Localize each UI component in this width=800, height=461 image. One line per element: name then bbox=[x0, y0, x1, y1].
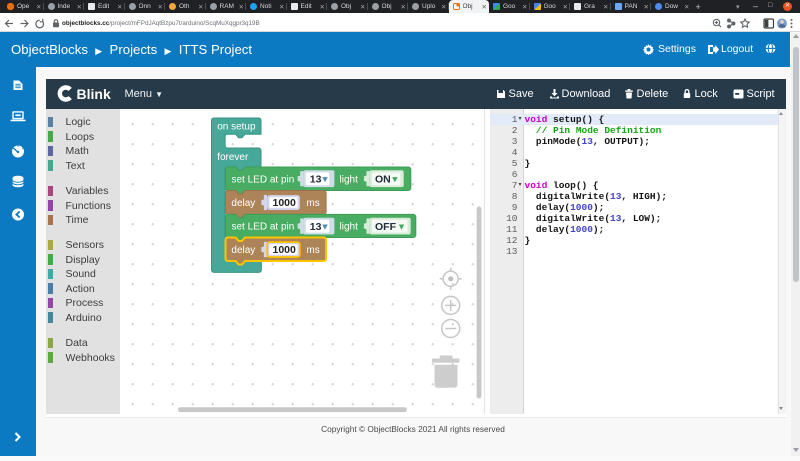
svg-text:light: light bbox=[340, 221, 359, 232]
svg-text:OFF: OFF bbox=[375, 220, 397, 232]
svg-text:forever: forever bbox=[217, 151, 249, 162]
svg-text:light: light bbox=[340, 174, 359, 185]
svg-text:ms: ms bbox=[306, 245, 319, 256]
svg-text:1000: 1000 bbox=[273, 243, 297, 255]
svg-text:13: 13 bbox=[310, 220, 322, 232]
svg-text:on setup: on setup bbox=[217, 121, 256, 132]
svg-text:set LED at pin: set LED at pin bbox=[232, 221, 295, 232]
svg-text:set LED at pin: set LED at pin bbox=[232, 174, 295, 185]
svg-text:13: 13 bbox=[310, 173, 322, 185]
svg-text:ms: ms bbox=[306, 198, 319, 209]
svg-text:1000: 1000 bbox=[273, 196, 297, 208]
svg-text:delay: delay bbox=[231, 245, 255, 256]
svg-text:delay: delay bbox=[231, 198, 255, 209]
svg-text:ON: ON bbox=[375, 173, 391, 185]
